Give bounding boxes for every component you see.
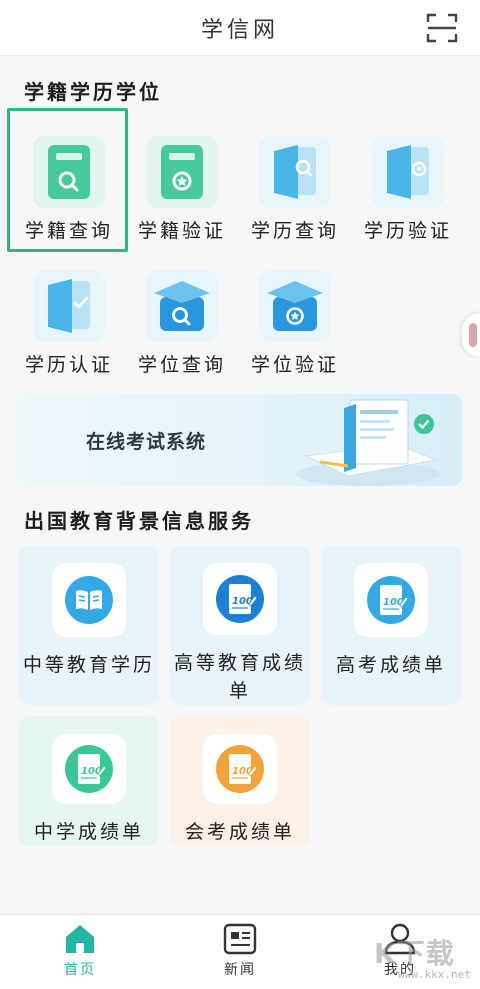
- card-huikao-transcript[interactable]: 100 会考成绩单: [170, 716, 310, 846]
- tile: [259, 270, 331, 342]
- watermark-main: K下载: [374, 937, 455, 970]
- tile: [372, 136, 444, 208]
- news-icon: [223, 923, 257, 955]
- tile: [146, 136, 218, 208]
- grid-item-xuewei-query[interactable]: 学位查询: [126, 268, 238, 386]
- card-higher-edu-transcript[interactable]: 100 高等教育成绩单: [170, 545, 310, 705]
- card-label: 高考成绩单: [335, 654, 446, 676]
- svg-text:100: 100: [232, 596, 253, 607]
- watermark: K下载 www.kkx.net: [368, 930, 480, 986]
- grid-label: 学籍验证: [137, 220, 226, 242]
- cap-verify-icon: [267, 281, 323, 331]
- icon-box: 100: [203, 563, 277, 635]
- grid-item-xuewei-verify[interactable]: 学位验证: [239, 268, 351, 386]
- app-header: 学信网: [0, 0, 480, 56]
- section-title-degree: 学籍学历学位: [24, 80, 162, 104]
- watermark-url: www.kkx.net: [398, 968, 471, 981]
- svg-text:100: 100: [232, 766, 253, 777]
- online-exam-banner[interactable]: 在线考试系统: [18, 394, 462, 486]
- icon-box: 100: [52, 734, 126, 804]
- svg-text:100: 100: [383, 597, 404, 608]
- grid-item-xueli-verify[interactable]: 学历验证: [352, 134, 464, 252]
- tab-label: 新闻: [224, 962, 256, 978]
- icon-box: 100: [354, 563, 428, 637]
- card-label: 高等教育成绩单: [173, 652, 306, 702]
- card-secondary-edu[interactable]: 中等教育学历: [19, 545, 159, 705]
- tab-news[interactable]: 新闻: [200, 923, 280, 983]
- svg-text:100: 100: [81, 766, 102, 777]
- grid-label: 学历验证: [363, 220, 452, 242]
- open-book-icon: [65, 576, 113, 624]
- tile: [146, 270, 218, 342]
- book-verify-icon: [161, 145, 203, 199]
- grid-item-xueli-cert[interactable]: 学历认证: [13, 268, 125, 386]
- card-middle-school-transcript[interactable]: 100 中学成绩单: [19, 716, 159, 846]
- grid-item-xueji-query[interactable]: 学籍查询: [13, 134, 125, 252]
- floating-side-handle[interactable]: [462, 313, 480, 357]
- grid-label: 学位验证: [250, 354, 339, 376]
- app-title: 学信网: [200, 17, 279, 43]
- exam-illustration-icon: [296, 399, 440, 486]
- tab-home[interactable]: 首页: [40, 923, 120, 983]
- score-sheet-icon: 100: [216, 575, 264, 623]
- grid-item-xueji-verify[interactable]: 学籍验证: [126, 134, 238, 252]
- tile: [33, 136, 105, 208]
- tile: [259, 136, 331, 208]
- icon-box: [52, 563, 126, 637]
- score-sheet-icon: 100: [216, 745, 264, 793]
- tab-label: 首页: [64, 962, 96, 978]
- grid-label: 学历认证: [24, 354, 113, 376]
- booklet-search-icon: [274, 145, 316, 199]
- section-title-overseas: 出国教育背景信息服务: [24, 509, 254, 533]
- tile: [33, 270, 105, 342]
- scan-icon[interactable]: [426, 12, 458, 44]
- grid-label: 学历查询: [250, 220, 339, 242]
- grid-label: 学籍查询: [24, 220, 113, 242]
- booklet-verify-icon: [387, 145, 429, 199]
- score-sheet-icon: 100: [65, 745, 113, 793]
- icon-box: 100: [203, 734, 277, 804]
- booklet-check-icon: [48, 279, 90, 333]
- book-search-icon: [48, 145, 90, 199]
- grid-label: 学位查询: [137, 354, 226, 376]
- banner-label: 在线考试系统: [86, 431, 207, 453]
- card-gaokao-transcript[interactable]: 100 高考成绩单: [321, 545, 461, 705]
- card-label: 中学成绩单: [33, 821, 144, 843]
- home-icon: [66, 925, 94, 953]
- card-label: 会考成绩单: [184, 821, 295, 843]
- score-sheet-icon: 100: [367, 576, 415, 624]
- grid-item-xueli-query[interactable]: 学历查询: [239, 134, 351, 252]
- cap-search-icon: [154, 281, 210, 331]
- card-label: 中等教育学历: [22, 654, 155, 676]
